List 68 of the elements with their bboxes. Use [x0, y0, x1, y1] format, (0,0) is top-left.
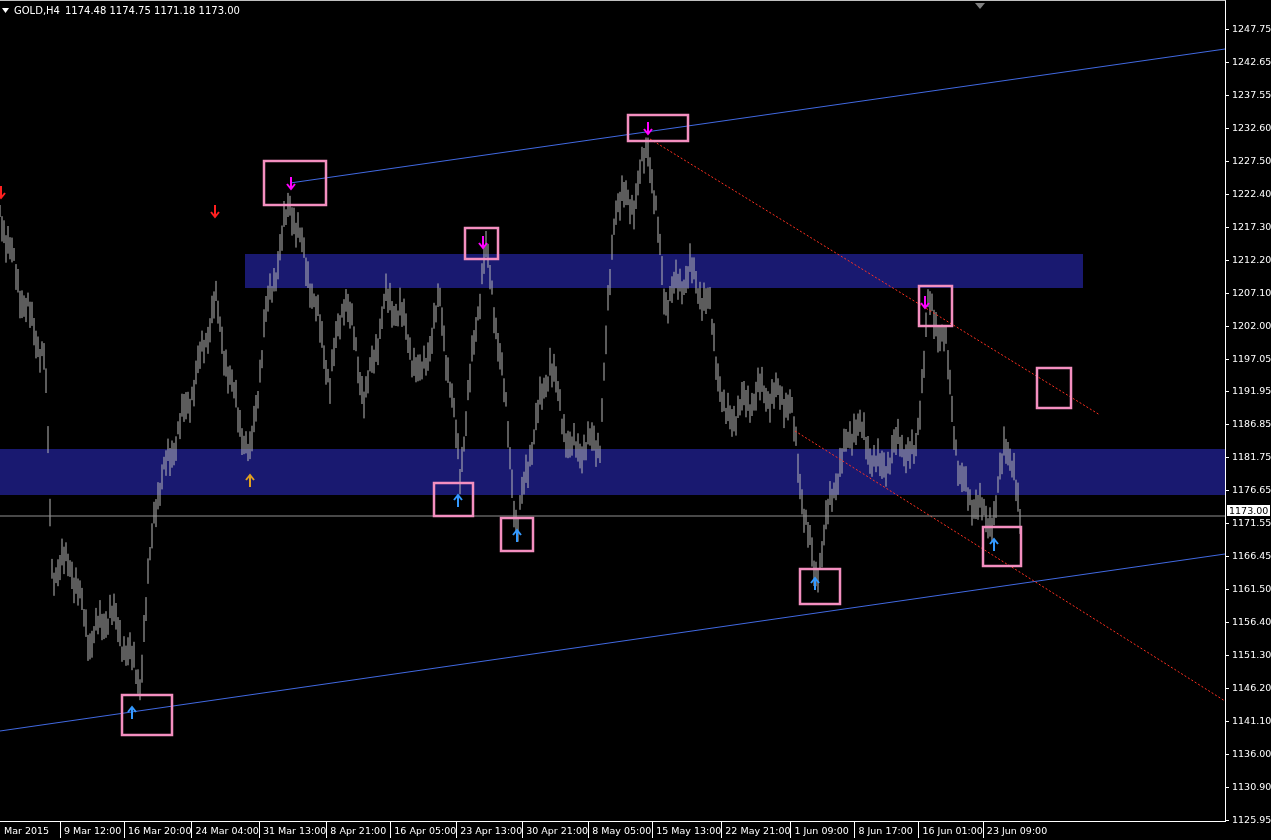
current-price-tag: 1173.00 [1227, 505, 1271, 516]
time-label: 9 Mar 12:00 [60, 822, 124, 838]
marker-frame [120, 693, 174, 737]
down-arrow-icon [286, 176, 296, 191]
marker-frame [1035, 366, 1073, 410]
price-label: 1222.40 [1226, 187, 1271, 199]
time-label: 16 Apr 05:00 [390, 822, 457, 838]
price-label: 1227.50 [1226, 154, 1271, 166]
price-label: 1207.10 [1226, 286, 1271, 298]
price-label: 1141.10 [1226, 715, 1271, 726]
marker-frame [917, 284, 954, 328]
time-label: 22 May 21:00 [721, 822, 791, 838]
marker-frame [981, 525, 1023, 568]
price-label: 1202.00 [1226, 319, 1271, 331]
time-label: 31 Mar 13:00 [258, 822, 327, 838]
up-arrow-icon [127, 705, 137, 720]
price-label: 1130.90 [1226, 780, 1271, 792]
down-arrow-icon [643, 121, 653, 136]
time-label: 15 May 13:00 [652, 822, 722, 838]
symbol-label: GOLD,H4 [14, 5, 60, 16]
time-label: 23 Jun 09:00 [982, 822, 1048, 838]
price-label: 1156.40 [1226, 616, 1271, 628]
triangle-icon [975, 3, 985, 9]
time-label: 23 Apr 13:00 [456, 822, 523, 838]
price-label: 1186.85 [1226, 418, 1271, 430]
time-label: 8 May 05:00 [588, 822, 653, 838]
down-arrow-icon [210, 204, 220, 219]
marker-frame [432, 481, 475, 518]
time-label: Mar 2015 [3, 824, 51, 838]
price-label: 1176.65 [1226, 484, 1271, 496]
price-label: 1151.30 [1226, 649, 1271, 661]
up-arrow-icon [245, 473, 255, 488]
time-label: 30 Apr 21:00 [522, 822, 589, 838]
marker-frame [626, 113, 690, 143]
price-label: 1242.65 [1226, 55, 1271, 67]
up-arrow-icon [810, 576, 820, 591]
down-arrow-icon [0, 185, 6, 200]
marker-frame [262, 159, 328, 207]
up-arrow-icon [453, 493, 463, 508]
price-label: 1166.45 [1226, 550, 1271, 562]
down-arrow-icon [920, 295, 930, 310]
price-label: 1125.95 [1226, 813, 1271, 825]
up-arrow-icon [512, 528, 522, 543]
price-label: 1136.00 [1226, 747, 1271, 759]
time-label: 1 Jun 09:00 [790, 822, 855, 838]
marker-frame [798, 567, 842, 606]
ohlc-values: 1174.48 1174.75 1171.18 1173.00 [64, 5, 240, 16]
price-label: 1247.75 [1226, 23, 1271, 34]
price-label: 1146.20 [1226, 682, 1271, 694]
down-arrow-icon [478, 235, 488, 250]
price-label: 1212.20 [1226, 253, 1271, 265]
price-label: 1232.60 [1226, 121, 1271, 133]
price-label: 1181.75 [1226, 451, 1271, 463]
up-arrow-icon [989, 537, 999, 552]
time-label: 8 Apr 21:00 [326, 822, 391, 838]
time-label: 8 Jun 17:00 [854, 822, 919, 838]
price-label: 1191.95 [1226, 385, 1271, 397]
price-label: 1171.55 [1226, 517, 1271, 529]
dropdown-triangle-icon[interactable] [2, 8, 9, 13]
time-label: 24 Mar 04:00 [191, 822, 259, 838]
price-label: 1217.30 [1226, 220, 1271, 232]
price-label: 1161.50 [1226, 583, 1271, 595]
time-label: 16 Mar 20:00 [124, 822, 192, 838]
time-label: 16 Jun 01:00 [918, 822, 983, 838]
price-label: 1237.55 [1226, 88, 1271, 100]
price-label: 1197.05 [1226, 352, 1271, 364]
marker-frame [499, 516, 535, 553]
marker-frame [463, 226, 500, 261]
